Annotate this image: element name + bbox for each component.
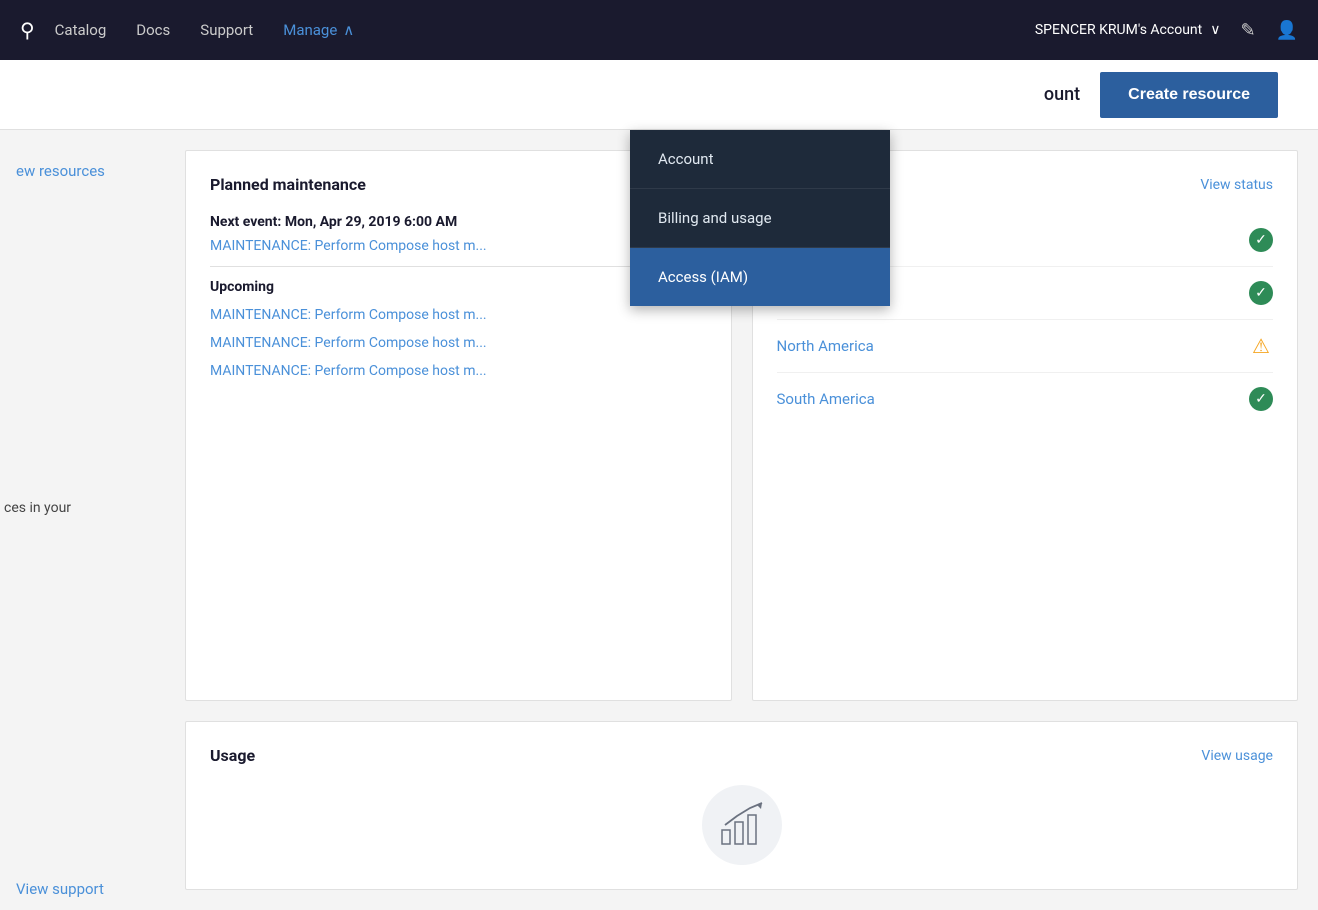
view-status-link[interactable]: View status (1200, 177, 1273, 193)
dropdown-item-account[interactable]: Account (630, 130, 890, 189)
status-warn-icon-north-america: ⚠ (1249, 334, 1273, 358)
view-usage-link[interactable]: View usage (1201, 748, 1273, 764)
topnav-action-icons: ✎ 👤 (1240, 20, 1298, 41)
left-sidebar: ew resources View support (0, 130, 165, 910)
subheader-account-text: ount (1044, 84, 1080, 105)
nav-links: Catalog Docs Support Manage ∧ (55, 21, 355, 39)
user-icon[interactable]: 👤 (1276, 20, 1298, 41)
sidebar-item-view-support[interactable]: View support (0, 868, 165, 910)
usage-card-header: Usage View usage (210, 746, 1273, 765)
region-north-america[interactable]: North America (777, 337, 874, 355)
nav-manage[interactable]: Manage ∧ (283, 21, 354, 39)
nav-catalog[interactable]: Catalog (55, 21, 107, 39)
create-resource-button[interactable]: Create resource (1100, 72, 1278, 118)
maintenance-link-3[interactable]: MAINTENANCE: Perform Compose host m... (210, 335, 707, 351)
usage-card-title: Usage (210, 746, 255, 765)
status-ok-icon-south-america: ✓ (1249, 387, 1273, 411)
maintenance-link-2[interactable]: MAINTENANCE: Perform Compose host m... (210, 307, 707, 323)
region-row-south-america: South America ✓ (777, 373, 1274, 425)
account-menu[interactable]: SPENCER KRUM's Account ∨ (1035, 22, 1221, 38)
planned-maintenance-title: Planned maintenance (210, 175, 366, 194)
subheader: ount Create resource (0, 60, 1318, 130)
sidebar-item-new-resources[interactable]: ew resources (0, 150, 165, 192)
account-name: SPENCER KRUM's Account (1035, 22, 1202, 38)
maintenance-link-4[interactable]: MAINTENANCE: Perform Compose host m... (210, 363, 707, 379)
edit-icon[interactable]: ✎ (1240, 20, 1255, 41)
manage-chevron-icon: ∧ (343, 21, 354, 39)
dropdown-item-iam[interactable]: Access (IAM) (630, 248, 890, 306)
nav-support[interactable]: Support (200, 21, 253, 39)
status-ok-icon-europe: ✓ (1249, 281, 1273, 305)
usage-card: Usage View usage (185, 721, 1298, 890)
region-south-america[interactable]: South America (777, 390, 875, 408)
usage-chart-icon (702, 785, 782, 865)
region-row-north-america: North America ⚠ (777, 320, 1274, 373)
search-icon[interactable]: ⚲ (20, 18, 35, 42)
partial-text-ces-in-your: ces in your (0, 500, 71, 516)
nav-docs[interactable]: Docs (136, 21, 170, 39)
manage-label: Manage (283, 21, 337, 39)
manage-dropdown-menu: Account Billing and usage Access (IAM) (630, 130, 890, 306)
status-ok-icon-asia: ✓ (1249, 228, 1273, 252)
usage-row: Usage View usage (185, 721, 1298, 890)
top-navigation: ⚲ Catalog Docs Support Manage ∧ SPENCER … (0, 0, 1318, 60)
dropdown-item-billing[interactable]: Billing and usage (630, 189, 890, 248)
account-chevron-icon: ∨ (1210, 22, 1220, 38)
